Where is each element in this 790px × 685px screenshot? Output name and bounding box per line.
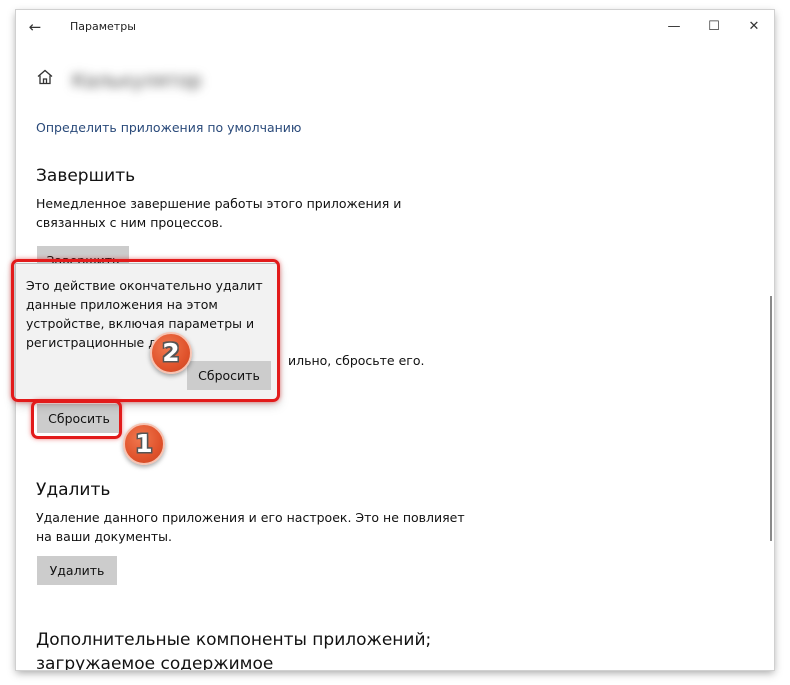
reset-button[interactable]: Сбросить: [37, 404, 121, 433]
step-marker-2: 2: [150, 332, 192, 374]
flyout-message-line2: данные приложения на этом: [26, 297, 218, 312]
close-button[interactable]: ✕: [739, 16, 769, 38]
terminate-description-line2: связанных с ним процессов.: [36, 215, 223, 230]
uninstall-section-title: Удалить: [36, 480, 111, 500]
uninstall-button[interactable]: Удалить: [37, 556, 117, 585]
home-icon[interactable]: [36, 68, 54, 86]
scrollbar[interactable]: [770, 296, 772, 541]
flyout-reset-button[interactable]: Сбросить: [187, 361, 271, 390]
addons-section-title-line1: Дополнительные компоненты приложений;: [36, 630, 432, 650]
flyout-message-line4: регистрационные да: [26, 335, 165, 350]
app-name-heading: Калькулятор: [72, 70, 202, 92]
flyout-message-line3: устройстве, включая параметры и: [26, 316, 255, 331]
step-marker-1: 1: [123, 423, 165, 465]
default-apps-link[interactable]: Определить приложения по умолчанию: [36, 120, 301, 135]
maximize-button[interactable]: ☐: [699, 16, 729, 38]
reset-confirm-flyout: Это действие окончательно удалит данные …: [15, 263, 278, 400]
flyout-message-line1: Это действие окончательно удалит: [26, 278, 263, 293]
uninstall-description-line2: на ваши документы.: [36, 529, 173, 544]
window-title: Параметры: [70, 20, 136, 33]
step-marker-2-label: 2: [162, 338, 180, 367]
minimize-button[interactable]: —: [659, 16, 689, 38]
step-marker-1-label: 1: [135, 429, 153, 458]
back-arrow-icon[interactable]: ←: [24, 17, 46, 37]
reset-description-tail: ильно, сбросьте его.: [288, 353, 425, 368]
terminate-description-line1: Немедленное завершение работы этого прил…: [36, 196, 402, 211]
uninstall-description-line1: Удаление данного приложения и его настро…: [36, 510, 465, 525]
terminate-section-title: Завершить: [36, 166, 136, 186]
addons-section-title-line2: загружаемое содержимое: [36, 654, 274, 670]
title-bar: ← Параметры — ☐ ✕: [16, 10, 774, 44]
flyout-message: Это действие окончательно удалит данные …: [26, 276, 266, 352]
